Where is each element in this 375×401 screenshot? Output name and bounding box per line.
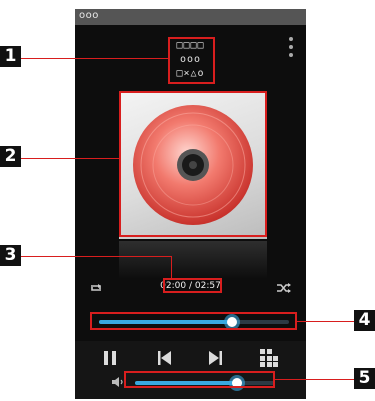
callout-line-2	[21, 158, 119, 159]
callout-number-2: 2	[0, 146, 21, 167]
shuffle-icon[interactable]	[276, 282, 292, 294]
callout-line-4	[297, 321, 357, 322]
callout-line-3-vertical	[171, 256, 172, 278]
callout-line-5	[275, 379, 357, 380]
status-bar-text: ooo	[79, 10, 99, 21]
album-art-reflection	[119, 241, 267, 279]
volume-icon[interactable]	[111, 376, 125, 388]
callout-box-seek-bar	[90, 312, 297, 330]
callout-box-volume	[124, 371, 275, 388]
next-track-icon[interactable]	[208, 350, 224, 366]
callout-number-5: 5	[354, 368, 375, 389]
callout-box-album-art	[119, 91, 267, 237]
previous-track-icon[interactable]	[156, 350, 172, 366]
callout-number-1: 1	[0, 46, 21, 67]
callout-box-time	[163, 278, 222, 293]
callout-line-1	[21, 58, 168, 59]
playlist-icon[interactable]	[259, 348, 279, 368]
callout-number-4: 4	[354, 310, 375, 331]
callout-line-3	[21, 256, 171, 257]
status-bar: ooo	[75, 9, 306, 25]
callout-box-track-info	[168, 37, 215, 84]
callout-number-3: 3	[0, 245, 21, 266]
repeat-icon[interactable]	[88, 282, 104, 294]
pause-icon[interactable]	[102, 350, 118, 366]
